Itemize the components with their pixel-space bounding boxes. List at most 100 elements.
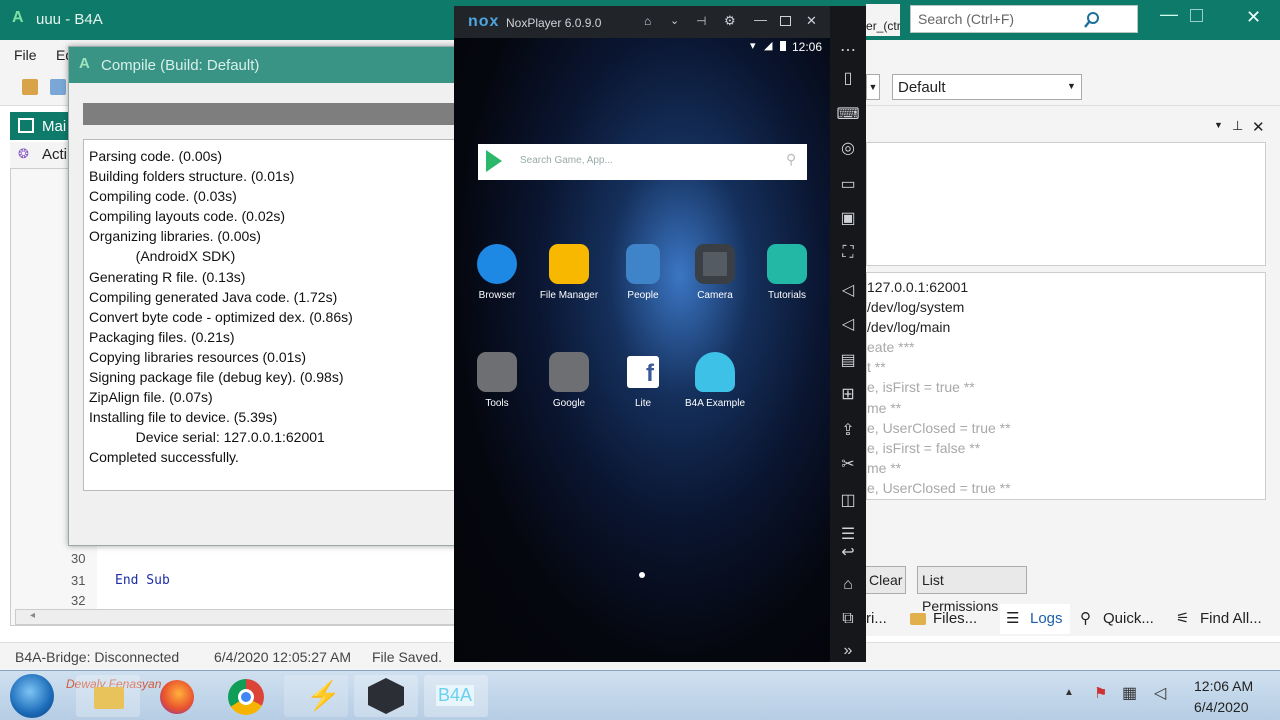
restore-icon[interactable]	[1190, 9, 1203, 22]
play-search-input[interactable]: Search Game, App...	[520, 155, 613, 166]
log-line: e, isFirst = true **	[867, 379, 975, 396]
tab-find-all[interactable]: Find All...	[1200, 610, 1262, 627]
pin-icon[interactable]: ⊥	[1232, 118, 1243, 134]
screen-icon[interactable]: ▭	[830, 174, 866, 194]
b4a-taskbar-label: B4A	[436, 685, 475, 706]
volume-up-icon[interactable]: ◁	[830, 280, 866, 300]
trash-icon[interactable]: ▯	[830, 68, 866, 88]
chevron-down-icon[interactable]: ⌄	[670, 14, 679, 27]
taskbar-clock-date[interactable]: 6/4/2020	[1194, 699, 1249, 715]
pane-dropdown-icon[interactable]: ▼	[1214, 120, 1223, 130]
search-input[interactable]: Search (Ctrl+F)	[918, 11, 1014, 27]
nox-title: NoxPlayer 6.0.9.0	[506, 16, 602, 30]
tab-logs[interactable]: ☰ Logs	[1000, 604, 1070, 634]
search-icon[interactable]	[1083, 11, 1101, 29]
search-icon[interactable]: ⚲	[786, 151, 796, 168]
code-line: 30	[11, 549, 451, 569]
toolbar-open-icon[interactable]	[50, 79, 66, 95]
logs-list[interactable]: 127.0.0.1:62001 /dev/log/system /dev/log…	[866, 272, 1266, 500]
b4a-app-icon	[695, 352, 735, 392]
home-icon[interactable]: ⌂	[644, 14, 651, 28]
nox-taskbar-button[interactable]	[354, 675, 418, 717]
apk-icon[interactable]: ▣	[830, 208, 866, 228]
app-browser[interactable]: Browser	[460, 244, 534, 301]
app-people[interactable]: People	[606, 244, 680, 301]
file-manager-icon	[549, 244, 589, 284]
chrome-taskbar-button[interactable]	[214, 675, 278, 717]
chrome-center	[238, 689, 254, 705]
dropdown-arrow-small[interactable]: ▼	[866, 74, 880, 100]
scissors-icon[interactable]: ✂	[830, 454, 866, 474]
app-tutorials[interactable]: Tutorials	[750, 244, 824, 301]
explorer-taskbar-button[interactable]	[76, 675, 140, 717]
config-select[interactable]: Default ▼	[892, 74, 1082, 100]
expand-icon[interactable]: »	[830, 642, 866, 660]
log-line: Convert byte code - optimized dex. (0.86…	[89, 308, 353, 325]
log-line: Installing file to device. (5.39s)	[89, 409, 278, 426]
tab-quick-search[interactable]: Quick...	[1103, 610, 1154, 627]
app-tools[interactable]: Tools	[460, 352, 534, 409]
nox-titlebar: nox NoxPlayer 6.0.9.0 ⌂ ⌄ ⊣ ⚙ — ✕	[454, 6, 830, 38]
more-icon[interactable]: ⋯	[830, 40, 866, 60]
page-indicator	[639, 572, 645, 578]
folder-icon	[477, 352, 517, 392]
log-line: Compiling layouts code. (0.02s)	[89, 208, 286, 225]
keyboard-icon[interactable]: ⌨	[830, 104, 866, 124]
scroll-left-icon[interactable]: ◂	[30, 610, 35, 621]
android-home-icon[interactable]: ⌂	[830, 576, 866, 594]
log-line: ZipAlign file. (0.07s)	[89, 389, 213, 406]
taskbar-clock-time[interactable]: 12:06 AM	[1194, 678, 1253, 694]
screenshot-icon[interactable]: ⊞	[830, 384, 866, 404]
app-camera[interactable]: Camera	[678, 244, 752, 301]
pin-icon[interactable]: ⊣	[696, 14, 706, 28]
horizontal-scrollbar[interactable]: ◂	[15, 609, 455, 625]
app-facebook-lite[interactable]: f Lite	[606, 352, 680, 409]
toolbox-icon[interactable]: ▤	[830, 350, 866, 370]
back-icon[interactable]: ↩	[830, 542, 866, 562]
winamp-taskbar-button[interactable]: ⚡	[284, 675, 348, 717]
minimize-icon[interactable]: —	[1160, 4, 1178, 25]
minimize-icon[interactable]: —	[754, 12, 767, 27]
network-icon[interactable]: ▦	[1122, 683, 1137, 703]
action-center-icon[interactable]: ⚑	[1094, 684, 1107, 702]
maximize-icon[interactable]	[780, 16, 791, 26]
compile-dialog: A Compile (Build: Default) Parsing code.…	[68, 46, 468, 546]
fullscreen-icon[interactable]: ⛶	[830, 244, 866, 262]
tab-files[interactable]: Files...	[933, 610, 977, 627]
tab-libraries[interactable]: ri...	[866, 610, 887, 627]
recent-apps-icon[interactable]: ⧉	[830, 610, 866, 628]
tray-expand-icon[interactable]: ▲	[1064, 687, 1074, 698]
b4a-logo-icon: A	[12, 9, 24, 26]
tab-activity[interactable]: ❂ Acti	[10, 142, 70, 168]
designer-tab[interactable]: signer_(ctrl	[866, 4, 900, 36]
app-google[interactable]: Google	[532, 352, 606, 409]
clear-button[interactable]: Clear	[864, 566, 906, 594]
play-store-search[interactable]: Search Game, App... ⚲	[478, 144, 807, 180]
upload-icon[interactable]: ⇪	[830, 420, 866, 440]
multi-instance-icon[interactable]: ◫	[830, 490, 866, 510]
activity-icon: ❂	[18, 146, 29, 161]
app-b4a-example[interactable]: B4A Example	[678, 352, 752, 409]
b4a-taskbar-button[interactable]: B4A	[424, 675, 488, 717]
toolbar-tool-icon[interactable]	[22, 79, 38, 95]
tab-main[interactable]: Mai	[10, 112, 70, 140]
pane-close-icon[interactable]: ✕	[1252, 118, 1265, 136]
menu-icon[interactable]: ☰	[830, 524, 866, 544]
location-icon[interactable]: ◎	[830, 138, 866, 158]
camera-icon	[695, 244, 735, 284]
start-button[interactable]	[10, 674, 54, 718]
list-permissions-button[interactable]: List Permissions	[917, 566, 1027, 614]
search-box[interactable]: Search (Ctrl+F)	[910, 5, 1138, 33]
app-file-manager[interactable]: File Manager	[532, 244, 606, 301]
menu-file[interactable]: File	[14, 47, 37, 63]
close-icon[interactable]: ✕	[1246, 7, 1261, 28]
find-all-icon: ⚟	[1176, 610, 1190, 627]
close-icon[interactable]: ✕	[806, 13, 817, 29]
gear-icon[interactable]: ⚙	[724, 13, 736, 29]
volume-icon[interactable]: ◁	[1154, 683, 1166, 703]
log-line: Copying libraries resources (0.01s)	[89, 348, 307, 365]
volume-down-icon[interactable]: ◁	[830, 314, 866, 334]
facebook-icon: f	[627, 356, 659, 388]
firefox-taskbar-button[interactable]	[144, 675, 208, 717]
android-screen[interactable]: ▾ ◢ 12:06 Search Game, App... ⚲ Browser …	[454, 38, 830, 662]
